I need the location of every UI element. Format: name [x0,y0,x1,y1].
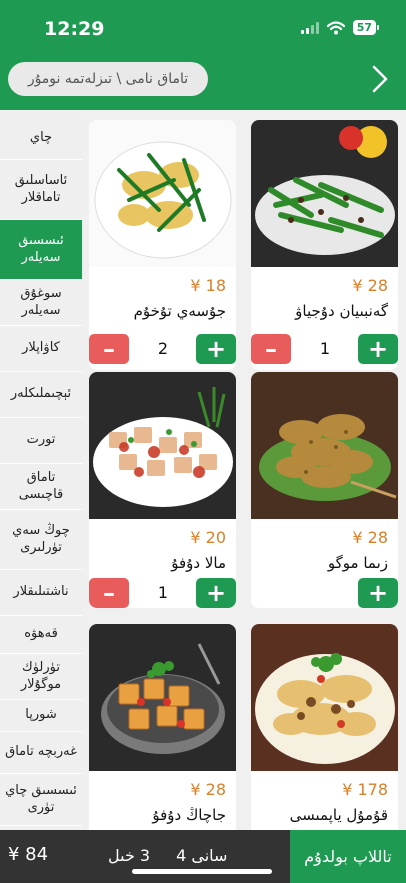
cart-total: ¥ 84 [8,844,49,865]
chevron-right-icon[interactable] [368,64,392,94]
battery-icon: 57 [352,20,380,35]
category-item[interactable]: ناشتىلىقلار [0,570,82,616]
status-time: 12:29 [44,18,105,40]
increase-button[interactable]: + [358,334,398,364]
cart-bar: ¥ 84 سانى 4 3 خىل تاللاپ بولدۇم [0,830,406,883]
category-item[interactable]: شورپا [0,700,82,732]
increase-button[interactable]: + [196,578,236,608]
category-item[interactable]: سوغۇق سەيلەر [0,280,82,326]
category-item[interactable]: ئاساسلىق تاماقلار [0,160,82,220]
quantity: 2 [157,339,169,358]
product-card[interactable]: ¥ 178 قۇمۇل ياپمىسى [251,624,398,830]
dish-name: گەنبىيان دۇجياۋ [295,302,388,320]
signal-icon [300,21,319,34]
price: ¥ 28 [352,276,388,295]
dish-image [89,372,236,519]
increase-button[interactable]: + [196,334,236,364]
product-card[interactable]: ¥ 28 زىما موگو + [251,372,398,608]
quantity: 1 [319,339,331,358]
price: ¥ 28 [352,528,388,547]
price: ¥ 20 [190,528,226,547]
price: ¥ 178 [342,780,388,799]
category-sidebar: چاي ئاساسلىق تاماقلار ئىسسىق سەيلەر سوغۇ… [0,118,82,826]
dish-name: جاچاڭ دۇفۇ [152,806,226,824]
cart-item-count: سانى 4 [176,846,228,865]
increase-button[interactable]: + [358,578,398,608]
category-item[interactable]: قەھۋە [0,616,82,654]
checkout-button[interactable]: تاللاپ بولدۇم [290,830,406,883]
dish-name: مالا دۇفۇ [171,554,226,572]
category-item[interactable]: تۈرلۈك موگۇلار [0,654,82,700]
category-item[interactable]: ئىسسىق چاي تۈرى [0,774,82,826]
decrease-button[interactable]: – [89,334,129,364]
category-item[interactable]: كاۋاپلار [0,326,82,372]
category-item[interactable]: چاي [0,118,82,160]
category-item[interactable]: تاماق قاچىسى [0,464,82,510]
dish-name: زىما موگو [327,554,388,572]
decrease-button[interactable]: – [251,334,291,364]
category-item[interactable]: تورت [0,418,82,464]
category-item[interactable]: چوڭ سەي تۈرلىرى [0,510,82,570]
decrease-button[interactable]: – [89,578,129,608]
price: ¥ 28 [190,780,226,799]
dish-image [89,120,236,267]
dish-image [251,372,398,519]
product-card[interactable]: ¥ 18 جۇسەي تۇخۇم – 2 + [89,120,236,370]
cart-counts: سانى 4 3 خىل [108,846,227,865]
dish-name: قۇمۇل ياپمىسى [289,806,388,824]
top-bar: 12:29 57 تاماق نامى \ تىزلەتمە نومۇر [0,0,406,110]
product-card[interactable]: ¥ 28 جاچاڭ دۇفۇ [89,624,236,830]
price: ¥ 18 [190,276,226,295]
dish-name: جۇسەي تۇخۇم [133,302,226,320]
dish-image [251,624,398,771]
app: 12:29 57 تاماق نامى \ تىزلەتمە نومۇر چاي… [0,0,406,883]
category-item[interactable]: ئېچىملىكلەر [0,372,82,418]
home-indicator [132,869,272,874]
category-item-active[interactable]: ئىسسىق سەيلەر [0,220,82,280]
quantity: 1 [157,583,169,602]
category-item[interactable]: غەربچە تاماق [0,732,82,774]
search-input[interactable]: تاماق نامى \ تىزلەتمە نومۇر [8,62,208,96]
cart-kind-count: 3 خىل [108,846,151,865]
dish-image [251,120,398,267]
product-card[interactable]: ¥ 28 گەنبىيان دۇجياۋ – 1 + [251,120,398,370]
status-icons: 57 [300,20,380,35]
wifi-icon [326,20,345,34]
product-grid: ¥ 28 گەنبىيان دۇجياۋ – 1 + ¥ 18 جۇسەي تۇ… [82,110,406,830]
dish-image [89,624,236,771]
product-card[interactable]: ¥ 20 مالا دۇفۇ – 1 + [89,372,236,608]
